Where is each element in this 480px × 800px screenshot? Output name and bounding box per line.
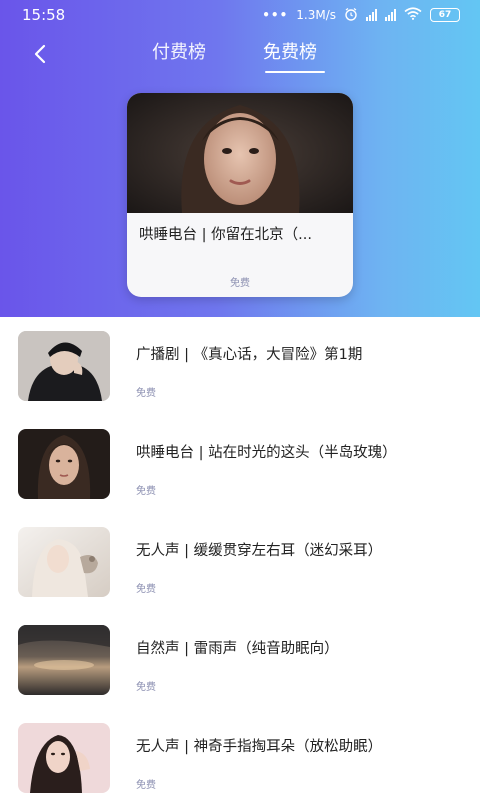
list-item[interactable]: 哄睡电台 | 站在时光的这头（半岛玫瑰） 免费 (0, 415, 480, 513)
wifi-icon (404, 7, 422, 23)
battery-icon: 67 (430, 8, 460, 22)
episode-price-tag: 免费 (136, 486, 156, 497)
featured-cover-image (127, 93, 353, 213)
episode-thumbnail (18, 527, 110, 597)
episode-price-tag: 免费 (136, 682, 156, 693)
episode-thumbnail (18, 625, 110, 695)
episode-title: 自然声 | 雷雨声（纯音助眠向） (136, 641, 339, 657)
chevron-left-icon (34, 44, 46, 64)
featured-title: 哄睡电台 | 你留在北京（... (139, 227, 312, 243)
list-item[interactable]: 广播剧 | 《真心话，大冒险》第1期 免费 (0, 317, 480, 415)
featured-card[interactable]: 哄睡电台 | 你留在北京（... 免费 (127, 93, 353, 297)
status-indicators: ••• 1.3M/s 67 (262, 7, 460, 24)
episode-price-tag: 免费 (136, 584, 156, 595)
cell-signal-icon (366, 9, 377, 21)
episode-title: 无人声 | 神奇手指掏耳朵（放松助眠） (136, 739, 383, 755)
list-item[interactable]: 自然声 | 雷雨声（纯音助眠向） 免费 (0, 611, 480, 709)
list-item[interactable]: 无人声 | 神奇手指掏耳朵（放松助眠） 免费 (0, 709, 480, 800)
episode-list: 广播剧 | 《真心话，大冒险》第1期 免费 哄睡电台 | 站在时光的这头（半岛玫… (0, 317, 480, 800)
active-tab-indicator (265, 71, 325, 73)
episode-title: 哄睡电台 | 站在时光的这头（半岛玫瑰） (136, 445, 397, 461)
episode-thumbnail (18, 331, 110, 401)
status-time: 15:58 (22, 6, 66, 24)
list-item[interactable]: 无人声 | 缓缓贯穿左右耳（迷幻采耳） 免费 (0, 513, 480, 611)
cell-signal-2-icon (385, 9, 396, 21)
featured-price-tag: 免费 (230, 278, 250, 289)
more-dots-icon: ••• (262, 8, 289, 22)
top-navigation: 付费榜 免费榜 (0, 30, 480, 78)
tab-free-chart[interactable]: 免费榜 (263, 38, 317, 64)
episode-title: 广播剧 | 《真心话，大冒险》第1期 (136, 347, 363, 363)
episode-price-tag: 免费 (136, 388, 156, 399)
network-speed: 1.3M/s (296, 8, 336, 22)
alarm-icon (344, 7, 358, 24)
status-bar: 15:58 ••• 1.3M/s 67 (0, 0, 480, 30)
episode-thumbnail (18, 723, 110, 793)
episode-thumbnail (18, 429, 110, 499)
episode-price-tag: 免费 (136, 780, 156, 791)
episode-title: 无人声 | 缓缓贯穿左右耳（迷幻采耳） (136, 543, 383, 559)
tab-paid-chart[interactable]: 付费榜 (152, 38, 206, 64)
back-button[interactable] (22, 36, 58, 72)
